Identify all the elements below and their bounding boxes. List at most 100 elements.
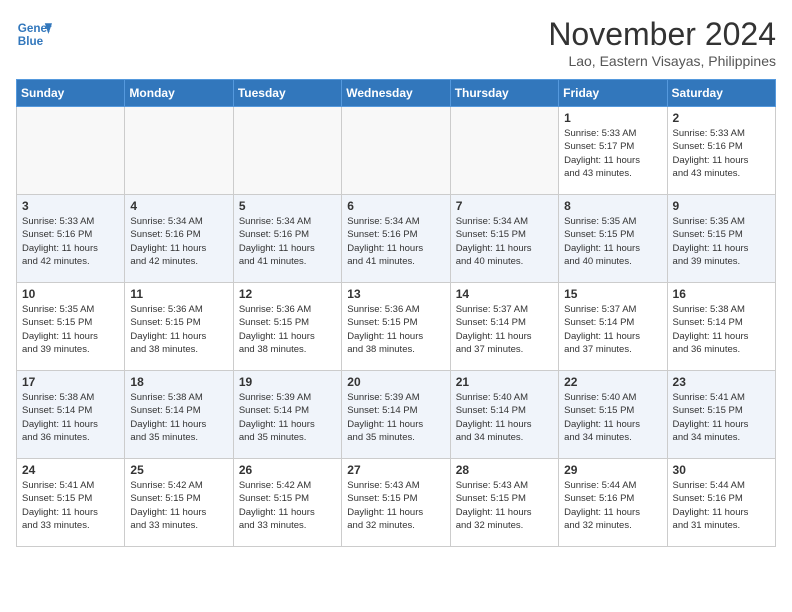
day-number: 5 (239, 199, 336, 213)
calendar-cell (17, 107, 125, 195)
calendar-cell: 1 Sunrise: 5:33 AMSunset: 5:17 PMDaylight… (559, 107, 667, 195)
weekday-header: Tuesday (233, 80, 341, 107)
day-number: 7 (456, 199, 553, 213)
day-number: 13 (347, 287, 444, 301)
weekday-header: Wednesday (342, 80, 450, 107)
calendar-cell: 19 Sunrise: 5:39 AMSunset: 5:14 PMDayligh… (233, 371, 341, 459)
calendar-cell: 7 Sunrise: 5:34 AMSunset: 5:15 PMDaylight… (450, 195, 558, 283)
day-number: 20 (347, 375, 444, 389)
day-info: Sunrise: 5:41 AMSunset: 5:15 PMDaylight:… (22, 479, 119, 532)
day-info: Sunrise: 5:36 AMSunset: 5:15 PMDaylight:… (347, 303, 444, 356)
day-info: Sunrise: 5:34 AMSunset: 5:15 PMDaylight:… (456, 215, 553, 268)
calendar-cell: 12 Sunrise: 5:36 AMSunset: 5:15 PMDayligh… (233, 283, 341, 371)
day-number: 23 (673, 375, 770, 389)
day-number: 1 (564, 111, 661, 125)
day-info: Sunrise: 5:39 AMSunset: 5:14 PMDaylight:… (347, 391, 444, 444)
calendar-cell: 13 Sunrise: 5:36 AMSunset: 5:15 PMDayligh… (342, 283, 450, 371)
day-number: 12 (239, 287, 336, 301)
day-info: Sunrise: 5:42 AMSunset: 5:15 PMDaylight:… (130, 479, 227, 532)
calendar-cell: 23 Sunrise: 5:41 AMSunset: 5:15 PMDayligh… (667, 371, 775, 459)
day-number: 14 (456, 287, 553, 301)
day-info: Sunrise: 5:40 AMSunset: 5:14 PMDaylight:… (456, 391, 553, 444)
day-info: Sunrise: 5:41 AMSunset: 5:15 PMDaylight:… (673, 391, 770, 444)
day-info: Sunrise: 5:43 AMSunset: 5:15 PMDaylight:… (347, 479, 444, 532)
calendar-cell: 14 Sunrise: 5:37 AMSunset: 5:14 PMDayligh… (450, 283, 558, 371)
day-number: 30 (673, 463, 770, 477)
calendar-cell: 15 Sunrise: 5:37 AMSunset: 5:14 PMDayligh… (559, 283, 667, 371)
day-info: Sunrise: 5:38 AMSunset: 5:14 PMDaylight:… (22, 391, 119, 444)
calendar-cell: 4 Sunrise: 5:34 AMSunset: 5:16 PMDaylight… (125, 195, 233, 283)
day-info: Sunrise: 5:34 AMSunset: 5:16 PMDaylight:… (130, 215, 227, 268)
logo-icon: General Blue (16, 16, 52, 52)
day-number: 15 (564, 287, 661, 301)
calendar-cell: 11Sunrise: 5:36 AMSunset: 5:15 PMDayligh… (125, 283, 233, 371)
day-number: 28 (456, 463, 553, 477)
day-info: Sunrise: 5:33 AMSunset: 5:17 PMDaylight:… (564, 127, 661, 180)
calendar-cell: 17 Sunrise: 5:38 AMSunset: 5:14 PMDayligh… (17, 371, 125, 459)
day-number: 21 (456, 375, 553, 389)
day-number: 9 (673, 199, 770, 213)
day-info: Sunrise: 5:33 AMSunset: 5:16 PMDaylight:… (22, 215, 119, 268)
day-info: Sunrise: 5:40 AMSunset: 5:15 PMDaylight:… (564, 391, 661, 444)
calendar-cell (233, 107, 341, 195)
day-number: 4 (130, 199, 227, 213)
weekday-header: Saturday (667, 80, 775, 107)
weekday-header: Friday (559, 80, 667, 107)
calendar-cell: 25 Sunrise: 5:42 AMSunset: 5:15 PMDayligh… (125, 459, 233, 547)
day-info: Sunrise: 5:35 AMSunset: 5:15 PMDaylight:… (673, 215, 770, 268)
weekday-header: Monday (125, 80, 233, 107)
day-info: Sunrise: 5:38 AMSunset: 5:14 PMDaylight:… (673, 303, 770, 356)
month-title: November 2024 (548, 16, 776, 53)
weekday-header: Sunday (17, 80, 125, 107)
day-number: 10 (22, 287, 119, 301)
day-info: Sunrise: 5:43 AMSunset: 5:15 PMDaylight:… (456, 479, 553, 532)
calendar-cell: 27 Sunrise: 5:43 AMSunset: 5:15 PMDayligh… (342, 459, 450, 547)
calendar-cell: 9 Sunrise: 5:35 AMSunset: 5:15 PMDaylight… (667, 195, 775, 283)
page-header: General Blue November 2024 Lao, Eastern … (16, 16, 776, 69)
location-subtitle: Lao, Eastern Visayas, Philippines (548, 53, 776, 69)
calendar-cell: 20 Sunrise: 5:39 AMSunset: 5:14 PMDayligh… (342, 371, 450, 459)
title-block: November 2024 Lao, Eastern Visayas, Phil… (548, 16, 776, 69)
day-number: 8 (564, 199, 661, 213)
calendar-cell: 6 Sunrise: 5:34 AMSunset: 5:16 PMDaylight… (342, 195, 450, 283)
calendar-cell: 18Sunrise: 5:38 AMSunset: 5:14 PMDayligh… (125, 371, 233, 459)
day-info: Sunrise: 5:34 AMSunset: 5:16 PMDaylight:… (239, 215, 336, 268)
day-info: Sunrise: 5:33 AMSunset: 5:16 PMDaylight:… (673, 127, 770, 180)
svg-text:Blue: Blue (18, 35, 44, 48)
calendar-cell (450, 107, 558, 195)
day-info: Sunrise: 5:44 AMSunset: 5:16 PMDaylight:… (564, 479, 661, 532)
day-number: 6 (347, 199, 444, 213)
calendar-cell: 30 Sunrise: 5:44 AMSunset: 5:16 PMDayligh… (667, 459, 775, 547)
calendar-cell: 29 Sunrise: 5:44 AMSunset: 5:16 PMDayligh… (559, 459, 667, 547)
calendar-cell: 26 Sunrise: 5:42 AMSunset: 5:15 PMDayligh… (233, 459, 341, 547)
calendar-week-row: 24 Sunrise: 5:41 AMSunset: 5:15 PMDayligh… (17, 459, 776, 547)
day-info: Sunrise: 5:42 AMSunset: 5:15 PMDaylight:… (239, 479, 336, 532)
day-number: 26 (239, 463, 336, 477)
day-info: Sunrise: 5:36 AMSunset: 5:15 PMDaylight:… (130, 303, 227, 356)
calendar-cell: 28 Sunrise: 5:43 AMSunset: 5:15 PMDayligh… (450, 459, 558, 547)
day-number: 27 (347, 463, 444, 477)
day-number: 29 (564, 463, 661, 477)
day-info: Sunrise: 5:36 AMSunset: 5:15 PMDaylight:… (239, 303, 336, 356)
day-info: Sunrise: 5:35 AMSunset: 5:15 PMDaylight:… (564, 215, 661, 268)
calendar-cell (342, 107, 450, 195)
day-info: Sunrise: 5:37 AMSunset: 5:14 PMDaylight:… (456, 303, 553, 356)
calendar-week-row: 3Sunrise: 5:33 AMSunset: 5:16 PMDaylight… (17, 195, 776, 283)
calendar-cell: 24 Sunrise: 5:41 AMSunset: 5:15 PMDayligh… (17, 459, 125, 547)
day-number: 17 (22, 375, 119, 389)
calendar-week-row: 10Sunrise: 5:35 AMSunset: 5:15 PMDayligh… (17, 283, 776, 371)
day-info: Sunrise: 5:37 AMSunset: 5:14 PMDaylight:… (564, 303, 661, 356)
day-number: 18 (130, 375, 227, 389)
day-info: Sunrise: 5:39 AMSunset: 5:14 PMDaylight:… (239, 391, 336, 444)
calendar-cell: 2Sunrise: 5:33 AMSunset: 5:16 PMDaylight… (667, 107, 775, 195)
calendar-cell: 21 Sunrise: 5:40 AMSunset: 5:14 PMDayligh… (450, 371, 558, 459)
day-number: 25 (130, 463, 227, 477)
weekday-header: Thursday (450, 80, 558, 107)
day-info: Sunrise: 5:34 AMSunset: 5:16 PMDaylight:… (347, 215, 444, 268)
calendar-cell: 16Sunrise: 5:38 AMSunset: 5:14 PMDayligh… (667, 283, 775, 371)
day-number: 24 (22, 463, 119, 477)
day-number: 22 (564, 375, 661, 389)
day-number: 19 (239, 375, 336, 389)
calendar-week-row: 17 Sunrise: 5:38 AMSunset: 5:14 PMDayligh… (17, 371, 776, 459)
day-info: Sunrise: 5:44 AMSunset: 5:16 PMDaylight:… (673, 479, 770, 532)
